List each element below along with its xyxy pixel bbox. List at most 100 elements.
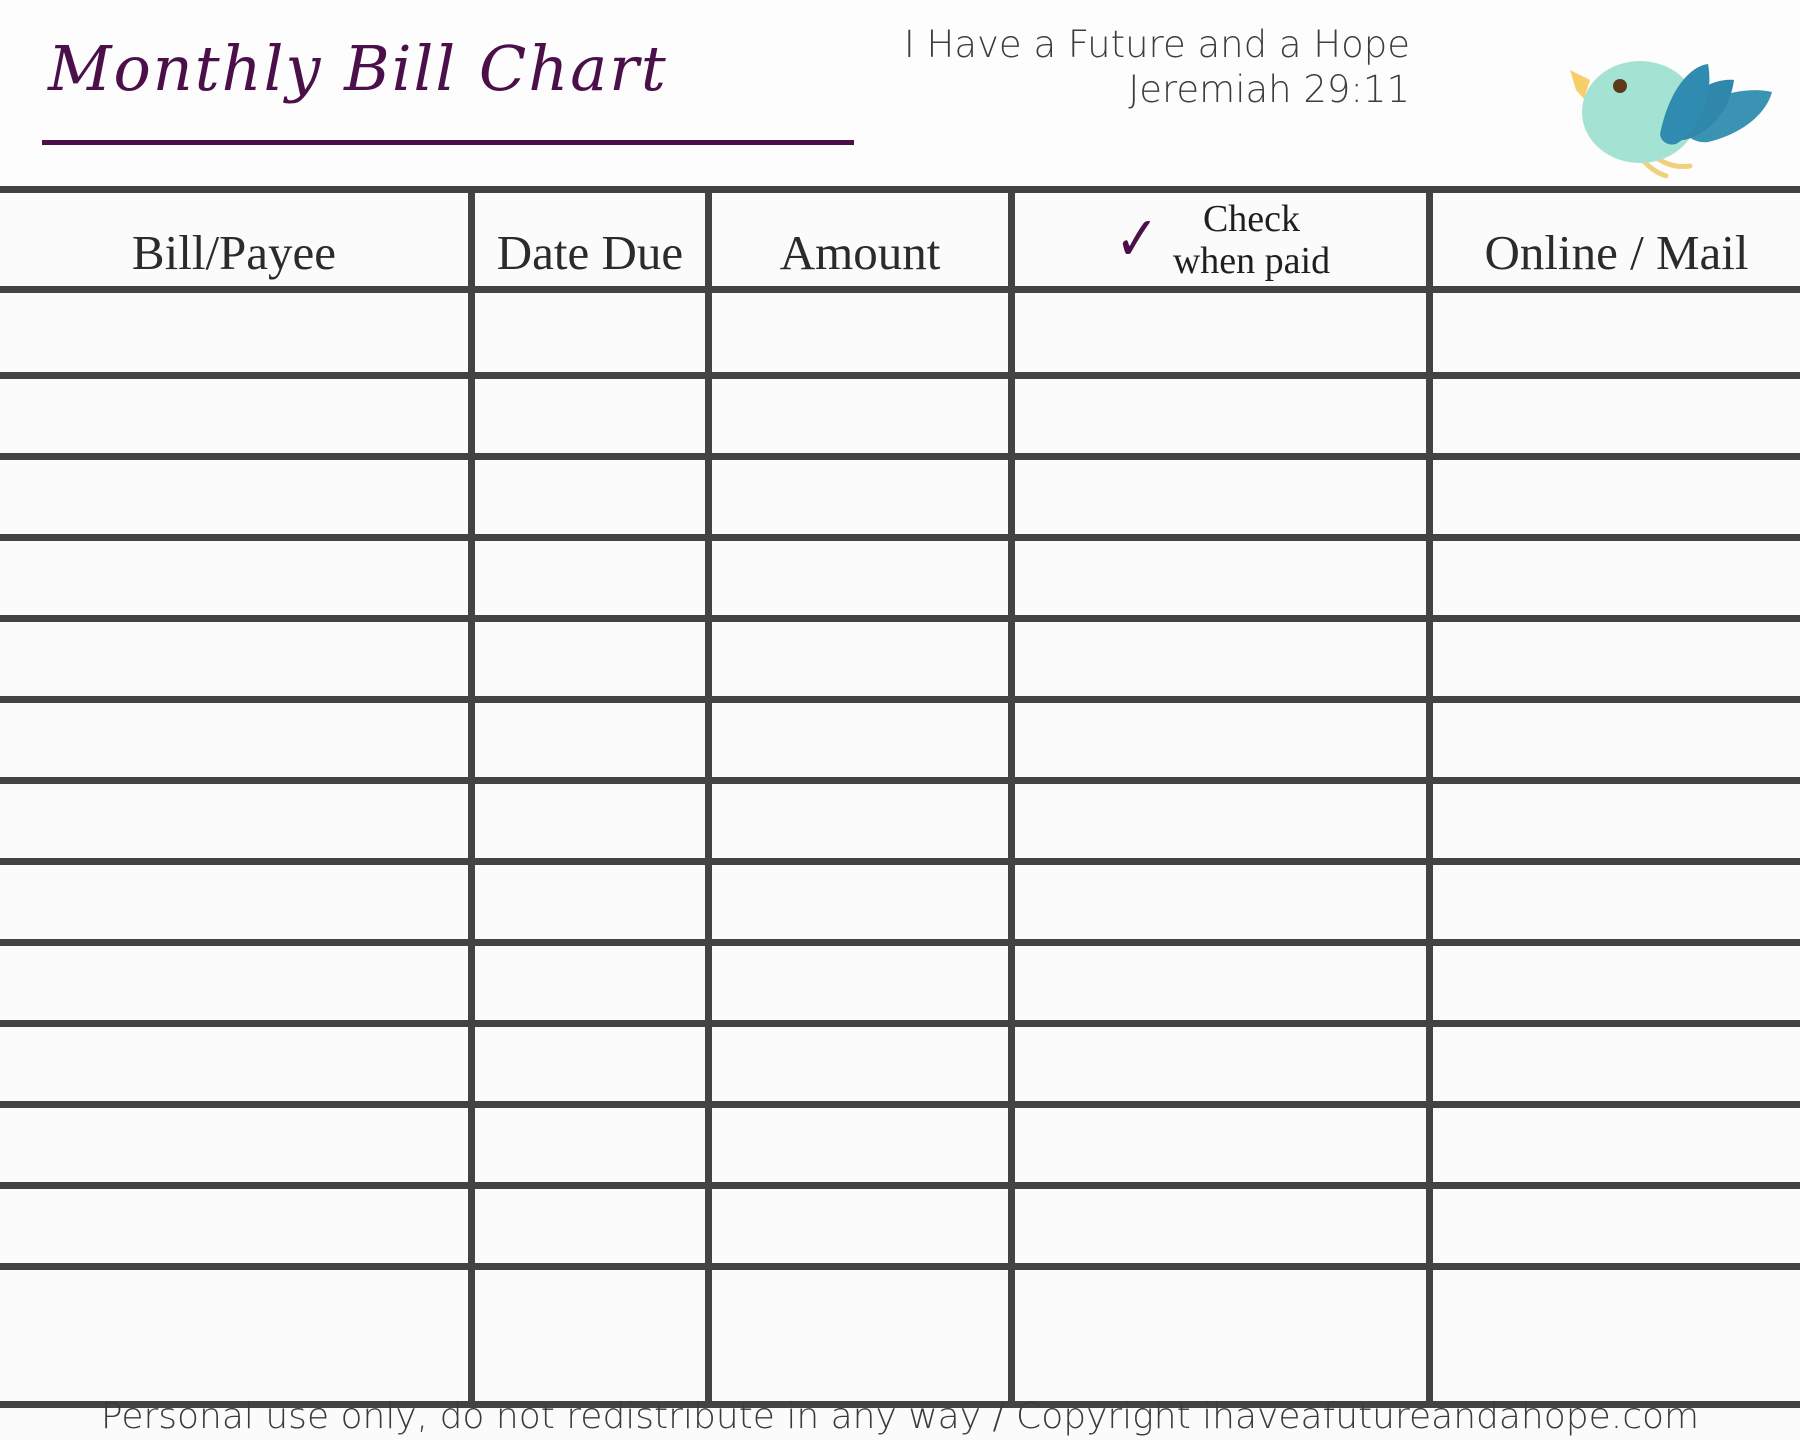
table-cell-amount[interactable] [712, 1270, 1008, 1401]
table-cell-check-paid[interactable] [1015, 703, 1426, 777]
table-rule-row [0, 534, 1800, 541]
table-cell-bill-payee[interactable] [0, 1027, 468, 1101]
table-rule-row [0, 858, 1800, 865]
table-cell-date-due[interactable] [475, 1108, 705, 1182]
table-cell-online-mail[interactable] [1433, 1189, 1800, 1263]
column-header-amount: Amount [712, 186, 1008, 289]
column-header-bill-payee: Bill/Payee [0, 186, 468, 289]
table-cell-online-mail[interactable] [1433, 1270, 1800, 1401]
page-title: Monthly Bill Chart [48, 32, 668, 105]
table-cell-date-due[interactable] [475, 622, 705, 696]
table-cell-bill-payee[interactable] [0, 1108, 468, 1182]
table-cell-check-paid[interactable] [1015, 460, 1426, 534]
table-cell-amount[interactable] [712, 541, 1008, 615]
table-cell-date-due[interactable] [475, 541, 705, 615]
table-cell-online-mail[interactable] [1433, 784, 1800, 858]
table-cell-date-due[interactable] [475, 1189, 705, 1263]
table-cell-date-due[interactable] [475, 1027, 705, 1101]
table-cell-bill-payee[interactable] [0, 541, 468, 615]
bird-icon [1558, 28, 1788, 179]
table-rule-row [0, 939, 1800, 946]
column-header-online-mail: Online / Mail [1433, 186, 1800, 289]
table-row [0, 703, 1800, 777]
table-rule-row [0, 372, 1800, 379]
bill-table: Bill/Payee Date Due Amount ✓ Check when … [0, 186, 1800, 1408]
table-cell-bill-payee[interactable] [0, 946, 468, 1020]
table-cell-check-paid[interactable] [1015, 784, 1426, 858]
column-header-check-when-paid: ✓ Check when paid [1015, 186, 1426, 289]
table-cell-online-mail[interactable] [1433, 460, 1800, 534]
table-cell-amount[interactable] [712, 293, 1008, 372]
table-row [0, 460, 1800, 534]
table-cell-check-paid[interactable] [1015, 1027, 1426, 1101]
tagline-block: I Have a Future and a Hope Jeremiah 29:1… [904, 22, 1410, 112]
table-cell-online-mail[interactable] [1433, 1108, 1800, 1182]
table-cell-bill-payee[interactable] [0, 1270, 468, 1401]
table-row [0, 379, 1800, 453]
table-cell-online-mail[interactable] [1433, 541, 1800, 615]
table-cell-online-mail[interactable] [1433, 946, 1800, 1020]
table-cell-bill-payee[interactable] [0, 460, 468, 534]
table-cell-bill-payee[interactable] [0, 379, 468, 453]
check-label-line2: when paid [1172, 239, 1331, 282]
table-cell-online-mail[interactable] [1433, 622, 1800, 696]
table-cell-date-due[interactable] [475, 379, 705, 453]
table-row [0, 293, 1800, 372]
table-cell-date-due[interactable] [475, 703, 705, 777]
table-row [0, 784, 1800, 858]
table-cell-check-paid[interactable] [1015, 379, 1426, 453]
column-header-label: Amount [779, 225, 941, 280]
table-cell-bill-payee[interactable] [0, 622, 468, 696]
table-cell-date-due[interactable] [475, 865, 705, 939]
table-row [0, 1108, 1800, 1182]
table-cell-online-mail[interactable] [1433, 703, 1800, 777]
table-row [0, 1270, 1800, 1401]
table-row [0, 622, 1800, 696]
table-rule-row [0, 777, 1800, 784]
table-cell-amount[interactable] [712, 379, 1008, 453]
table-cell-bill-payee[interactable] [0, 1189, 468, 1263]
table-rule-row [0, 1182, 1800, 1189]
table-cell-amount[interactable] [712, 460, 1008, 534]
table-rule-row [0, 1263, 1800, 1270]
table-cell-date-due[interactable] [475, 460, 705, 534]
table-cell-check-paid[interactable] [1015, 1108, 1426, 1182]
table-cell-online-mail[interactable] [1433, 1027, 1800, 1101]
table-cell-amount[interactable] [712, 1108, 1008, 1182]
table-cell-bill-payee[interactable] [0, 293, 468, 372]
table-cell-check-paid[interactable] [1015, 622, 1426, 696]
column-header-label: Check when paid [1173, 199, 1330, 281]
table-cell-check-paid[interactable] [1015, 1189, 1426, 1263]
table-cell-date-due[interactable] [475, 1270, 705, 1401]
table-row [0, 1027, 1800, 1101]
tagline-scripture-reference: Jeremiah 29:11 [1128, 68, 1410, 112]
table-row [0, 1189, 1800, 1263]
table-cell-bill-payee[interactable] [0, 865, 468, 939]
table-row [0, 865, 1800, 939]
table-cell-online-mail[interactable] [1433, 379, 1800, 453]
table-cell-check-paid[interactable] [1015, 865, 1426, 939]
table-cell-amount[interactable] [712, 784, 1008, 858]
table-cell-amount[interactable] [712, 622, 1008, 696]
table-cell-date-due[interactable] [475, 784, 705, 858]
table-cell-check-paid[interactable] [1015, 946, 1426, 1020]
table-cell-online-mail[interactable] [1433, 293, 1800, 372]
table-cell-check-paid[interactable] [1015, 541, 1426, 615]
table-cell-online-mail[interactable] [1433, 865, 1800, 939]
table-cell-amount[interactable] [712, 865, 1008, 939]
column-header-date-due: Date Due [475, 186, 705, 289]
table-cell-check-paid[interactable] [1015, 1270, 1426, 1401]
table-cell-amount[interactable] [712, 946, 1008, 1020]
table-row [0, 946, 1800, 1020]
table-cell-date-due[interactable] [475, 946, 705, 1020]
table-cell-check-paid[interactable] [1015, 293, 1426, 372]
table-cell-amount[interactable] [712, 1189, 1008, 1263]
footer-copyright-note: Personal use only, do not redistribute i… [100, 1396, 1700, 1437]
column-header-label: Online / Mail [1484, 225, 1749, 280]
table-cell-bill-payee[interactable] [0, 703, 468, 777]
table-cell-amount[interactable] [712, 1027, 1008, 1101]
table-cell-date-due[interactable] [475, 293, 705, 372]
table-cell-bill-payee[interactable] [0, 784, 468, 858]
table-cell-amount[interactable] [712, 703, 1008, 777]
table-rule-row [0, 453, 1800, 460]
